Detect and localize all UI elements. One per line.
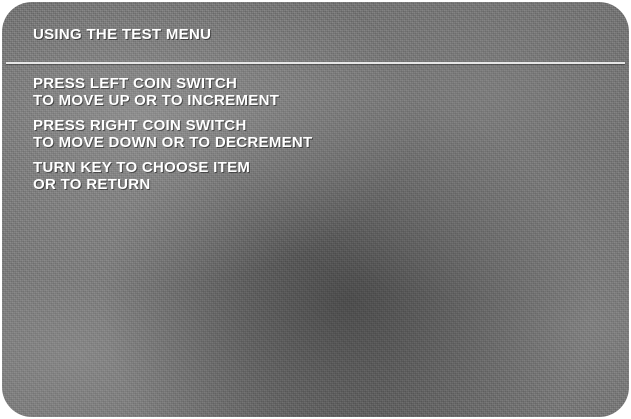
instruction-line: PRESS LEFT COIN SWITCH bbox=[33, 75, 238, 92]
screen-title: USING THE TEST MENU bbox=[33, 26, 212, 43]
instruction-right-coin-switch: PRESS RIGHT COIN SWITCH TO MOVE DOWN OR … bbox=[33, 117, 313, 151]
instruction-line: TO MOVE UP OR TO INCREMENT bbox=[33, 92, 280, 109]
instruction-turn-key: TURN KEY TO CHOOSE ITEM OR TO RETURN bbox=[33, 159, 313, 193]
instruction-list: PRESS LEFT COIN SWITCH TO MOVE UP OR TO … bbox=[33, 75, 313, 201]
crt-screen: USING THE TEST MENU PRESS LEFT COIN SWIT… bbox=[2, 2, 629, 417]
instruction-line: TO MOVE DOWN OR TO DECREMENT bbox=[33, 134, 313, 151]
test-menu-page: USING THE TEST MENU PRESS LEFT COIN SWIT… bbox=[0, 0, 631, 419]
instruction-line: OR TO RETURN bbox=[33, 176, 151, 193]
instruction-line: PRESS RIGHT COIN SWITCH bbox=[33, 117, 247, 134]
instruction-line: TURN KEY TO CHOOSE ITEM bbox=[33, 159, 251, 176]
instruction-left-coin-switch: PRESS LEFT COIN SWITCH TO MOVE UP OR TO … bbox=[33, 75, 313, 109]
title-divider bbox=[6, 62, 625, 64]
